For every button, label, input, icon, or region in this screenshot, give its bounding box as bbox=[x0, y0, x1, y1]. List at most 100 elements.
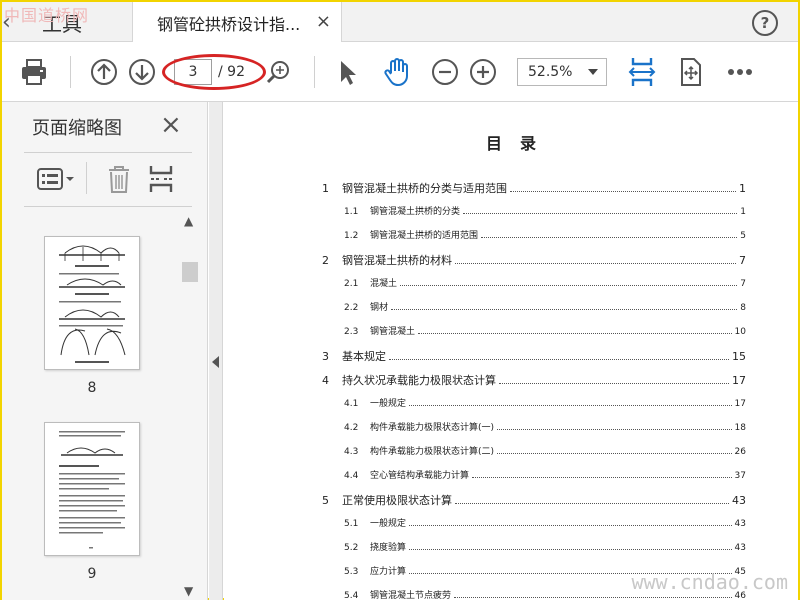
arrow-up-circle-icon bbox=[91, 59, 117, 85]
toc-page-number: 18 bbox=[734, 423, 746, 433]
toc-page-number: 10 bbox=[734, 327, 746, 337]
toc-leader-dots bbox=[463, 205, 738, 214]
toolbar-separator bbox=[314, 56, 315, 88]
toc-row[interactable]: 4 持久状况承载能力极限状态计算 17 bbox=[322, 372, 746, 388]
toc-page-number: 43 bbox=[734, 519, 746, 529]
toc-number: 2.2 bbox=[344, 303, 359, 313]
toc-row[interactable]: 4.1 一般规定 17 bbox=[344, 396, 746, 412]
toc-row[interactable]: 1.1 钢管混凝土拱桥的分类 1 bbox=[344, 204, 746, 220]
toc-row[interactable]: 5 正常使用极限状态计算 43 bbox=[322, 492, 746, 508]
minus-circle-icon bbox=[432, 59, 458, 85]
toc-title: 钢管混凝土拱桥的材料 bbox=[342, 254, 452, 267]
more-tools-button[interactable] bbox=[724, 52, 756, 92]
zoom-level-value: 52.5% bbox=[528, 64, 573, 80]
toc-page-number: 7 bbox=[739, 254, 746, 267]
hand-tool-button[interactable] bbox=[380, 52, 414, 92]
zoom-out-button[interactable] bbox=[430, 52, 460, 92]
find-button[interactable] bbox=[264, 52, 294, 92]
toc-page-number: 43 bbox=[734, 543, 746, 553]
document-view: 目录 1 钢管混凝土拱桥的分类与适用范围 1 1.1 钢管混凝土拱桥的分类 1 1.2 钢管混… bbox=[224, 102, 798, 600]
toc-row[interactable]: 1.2 钢管混凝土拱桥的适用范围 5 bbox=[344, 228, 746, 244]
toc-leader-dots bbox=[510, 183, 736, 192]
toc-leader-dots bbox=[389, 351, 729, 360]
toc-title: 空心管结构承载能力计算 bbox=[370, 471, 470, 481]
more-horizontal-icon bbox=[728, 69, 752, 75]
toc-title: 钢材 bbox=[370, 303, 389, 313]
prev-page-button[interactable] bbox=[88, 52, 120, 92]
scroll-up-icon[interactable]: ▲ bbox=[184, 214, 193, 228]
delete-page-button[interactable] bbox=[106, 164, 132, 198]
toc-row[interactable]: 2 钢管混凝土拱桥的材料 7 bbox=[322, 252, 746, 268]
page-thumbnail[interactable] bbox=[44, 236, 140, 370]
toc-row[interactable]: 4.3 构件承载能力极限状态计算(二) 26 bbox=[344, 444, 746, 460]
toc-leader-dots bbox=[400, 277, 738, 286]
print-button[interactable] bbox=[16, 52, 52, 92]
zoom-in-button[interactable] bbox=[468, 52, 498, 92]
toc-row[interactable]: 2.2 钢材 8 bbox=[344, 300, 746, 316]
fit-page-button[interactable] bbox=[674, 52, 706, 92]
toc-page-number: 26 bbox=[734, 447, 746, 457]
select-tool-button[interactable] bbox=[332, 52, 362, 92]
toc-number: 5.1 bbox=[344, 519, 359, 529]
help-icon[interactable]: ? bbox=[752, 10, 778, 36]
fit-width-button[interactable] bbox=[626, 52, 658, 92]
pane-tool-separator bbox=[86, 162, 87, 194]
toc-title: 构件承载能力极限状态计算(二) bbox=[370, 447, 495, 457]
toc-row[interactable]: 3 基本规定 15 bbox=[322, 348, 746, 364]
toc-row[interactable]: 1 钢管混凝土拱桥的分类与适用范围 1 bbox=[322, 180, 746, 196]
toc-number: 5.4 bbox=[344, 591, 359, 600]
tab-close-icon[interactable]: × bbox=[316, 11, 331, 32]
arrow-down-circle-icon bbox=[129, 59, 155, 85]
thumbnail-page-label: 8 bbox=[87, 380, 97, 396]
tab-bar: ‹ 工具 钢管砼拱桥设计指... × ? bbox=[2, 2, 798, 43]
toc-leader-dots bbox=[497, 445, 732, 454]
magnifier-icon bbox=[266, 61, 289, 84]
toc-page-number: 15 bbox=[732, 350, 746, 363]
pane-collapse-handle[interactable] bbox=[209, 102, 223, 600]
toc-title: 正常使用极限状态计算 bbox=[342, 494, 452, 507]
toc-number: 4 bbox=[322, 374, 329, 387]
scroll-down-icon[interactable]: ▼ bbox=[184, 584, 193, 598]
toc-number: 2.3 bbox=[344, 327, 359, 337]
toc-title: 应力计算 bbox=[370, 567, 407, 577]
toc-leader-dots bbox=[497, 421, 732, 430]
trash-icon bbox=[109, 166, 129, 193]
tab-document-label: 钢管砼拱桥设计指... bbox=[157, 14, 301, 34]
toc-number: 5 bbox=[322, 494, 329, 507]
toc-number: 4.1 bbox=[344, 399, 359, 409]
toc-title: 钢管混凝土节点疲劳 bbox=[370, 591, 452, 600]
insert-page-button[interactable] bbox=[148, 164, 176, 198]
toc-number: 1 bbox=[322, 182, 329, 195]
thumbnail-pane: 页面缩略图 × 8 9 ▲ ▼ bbox=[2, 102, 208, 600]
scrollbar-thumb[interactable] bbox=[182, 262, 198, 282]
thumbnail-scrollbar[interactable]: ▲ ▼ bbox=[182, 214, 198, 598]
toc-leader-dots bbox=[409, 397, 732, 406]
toc-row[interactable]: 5.2 挠度验算 43 bbox=[344, 540, 746, 556]
tab-document[interactable]: 钢管砼拱桥设计指... × bbox=[132, 2, 342, 43]
zoom-level-select[interactable]: 52.5% bbox=[517, 58, 607, 86]
toc-number: 2 bbox=[322, 254, 329, 267]
toc-row[interactable]: 2.1 混凝土 7 bbox=[344, 276, 746, 292]
toc-row[interactable]: 5.1 一般规定 43 bbox=[344, 516, 746, 532]
toc-title: 基本规定 bbox=[342, 350, 386, 363]
toc-title: 钢管混凝土拱桥的分类与适用范围 bbox=[342, 182, 507, 195]
next-page-button[interactable] bbox=[126, 52, 158, 92]
toc-leader-dots bbox=[409, 541, 732, 550]
toc-number: 3 bbox=[322, 350, 329, 363]
toc-title: 挠度验算 bbox=[370, 543, 407, 553]
toc-row[interactable]: 4.4 空心管结构承载能力计算 37 bbox=[344, 468, 746, 484]
thumbnail-options-button[interactable] bbox=[36, 166, 76, 196]
toolbar-separator bbox=[70, 56, 71, 88]
toc-row[interactable]: 4.2 构件承载能力极限状态计算(一) 18 bbox=[344, 420, 746, 436]
toc-number: 4.3 bbox=[344, 447, 359, 457]
toc-title: 一般规定 bbox=[370, 519, 407, 529]
toc-leader-dots bbox=[418, 325, 732, 334]
page-navigator: / 92 bbox=[174, 58, 264, 86]
page-thumbnail[interactable] bbox=[44, 422, 140, 556]
toc-title: 一般规定 bbox=[370, 399, 407, 409]
page-number-input[interactable] bbox=[174, 59, 212, 85]
toc-row[interactable]: 2.3 钢管混凝土 10 bbox=[344, 324, 746, 340]
plus-circle-icon bbox=[470, 59, 496, 85]
fit-width-icon bbox=[628, 58, 656, 86]
close-icon[interactable]: × bbox=[160, 110, 182, 140]
